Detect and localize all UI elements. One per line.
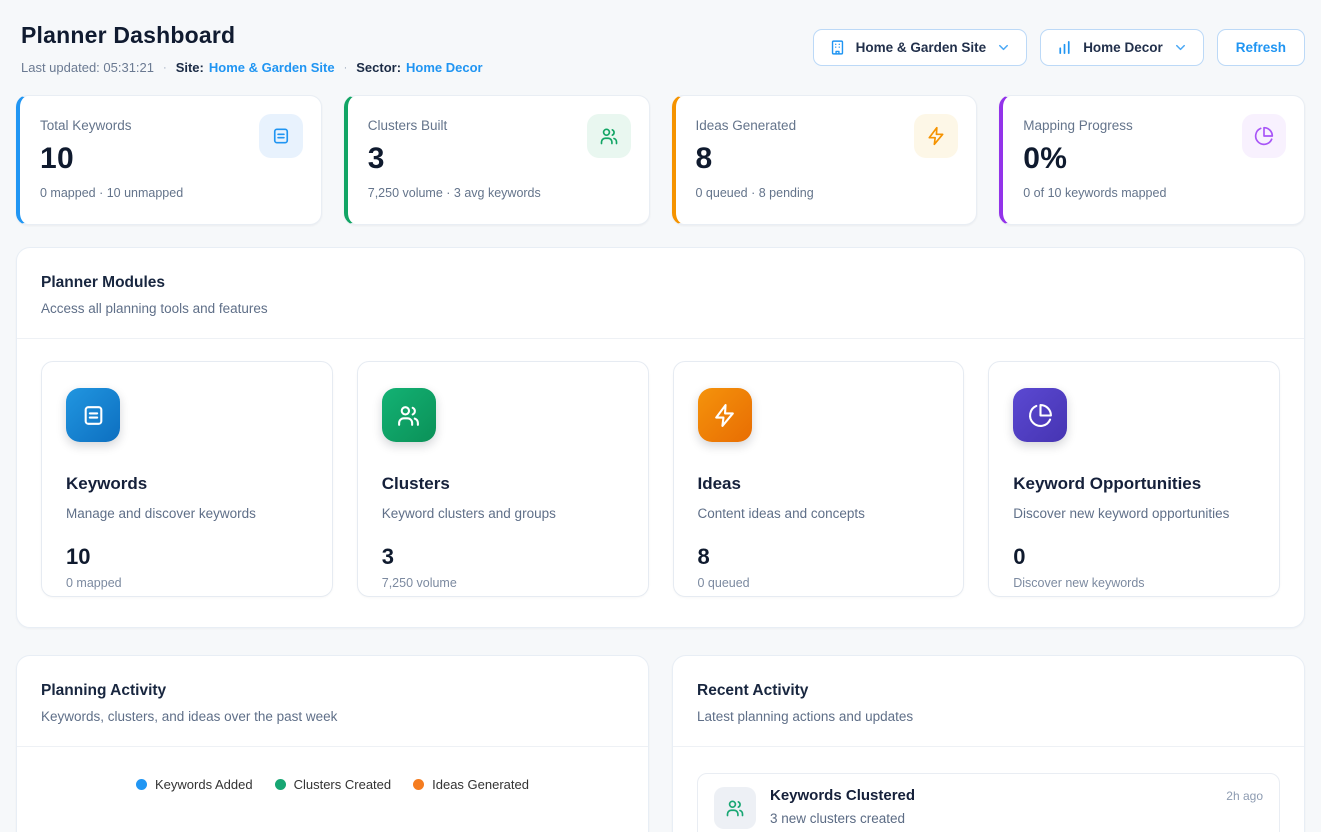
module-card-keywords[interactable]: Keywords Manage and discover keywords 10… — [41, 361, 333, 597]
sector-label: Sector: — [356, 60, 401, 75]
module-card-clusters[interactable]: Clusters Keyword clusters and groups 3 7… — [357, 361, 649, 597]
refresh-button[interactable]: Refresh — [1217, 29, 1305, 66]
module-title: Keywords — [66, 474, 308, 494]
planner-dashboard-page: Planner Dashboard Last updated: 05:31:21… — [0, 0, 1321, 832]
modules-header: Planner Modules Access all planning tool… — [17, 248, 1304, 338]
module-subtext: 0 mapped — [66, 576, 308, 590]
module-card-ideas[interactable]: Ideas Content ideas and concepts 8 0 que… — [673, 361, 965, 597]
users-icon — [587, 114, 631, 158]
module-subtext: Discover new keywords — [1013, 576, 1255, 590]
chevron-down-icon — [1173, 40, 1188, 55]
meta-separator: · — [344, 62, 348, 74]
legend-label: Keywords Added — [155, 777, 253, 792]
planning-activity-title: Planning Activity — [41, 682, 624, 700]
module-title: Clusters — [382, 474, 624, 494]
last-updated-text: Last updated: 05:31:21 — [21, 60, 154, 75]
module-description: Manage and discover keywords — [66, 506, 308, 521]
legend-item-clusters-created[interactable]: Clusters Created — [275, 777, 392, 792]
planning-activity-subtitle: Keywords, clusters, and ideas over the p… — [41, 709, 624, 724]
activity-content: Keywords Clustered 2h ago 3 new clusters… — [770, 787, 1263, 829]
modules-title: Planner Modules — [41, 274, 1280, 292]
module-subtext: 7,250 volume — [382, 576, 624, 590]
legend-dot — [275, 779, 286, 790]
planner-modules-panel: Planner Modules Access all planning tool… — [16, 247, 1305, 628]
bolt-icon — [914, 114, 958, 158]
legend-dot — [136, 779, 147, 790]
activity-timestamp: 2h ago — [1226, 789, 1263, 803]
stat-subtext: 7,250 volume · 3 avg keywords — [368, 186, 629, 200]
recent-activity-panel: Recent Activity Latest planning actions … — [672, 655, 1305, 832]
site-selector-dropdown[interactable]: Home & Garden Site — [813, 29, 1028, 66]
stat-subtext: 0 of 10 keywords mapped — [1023, 186, 1284, 200]
document-icon — [66, 388, 120, 442]
module-title: Keyword Opportunities — [1013, 474, 1255, 494]
chart-legend: Keywords Added Clusters Created Ideas Ge… — [17, 747, 648, 792]
sector-link[interactable]: Home Decor — [406, 60, 483, 75]
meta-separator: · — [163, 62, 167, 74]
activity-item-keywords-clustered: Keywords Clustered 2h ago 3 new clusters… — [697, 773, 1280, 832]
stats-row: Total Keywords 10 0 mapped · 10 unmapped… — [16, 95, 1305, 225]
users-icon — [714, 787, 756, 829]
planning-activity-chart: Keywords Added Clusters Created Ideas Ge… — [17, 747, 648, 832]
planning-activity-header: Planning Activity Keywords, clusters, an… — [17, 656, 648, 746]
chevron-down-icon — [996, 40, 1011, 55]
sector-selector-value: Home Decor — [1083, 40, 1163, 55]
module-description: Keyword clusters and groups — [382, 506, 624, 521]
sector-selector-dropdown[interactable]: Home Decor — [1040, 29, 1204, 66]
activity-title: Keywords Clustered — [770, 787, 915, 804]
stat-card-clusters-built: Clusters Built 3 7,250 volume · 3 avg ke… — [344, 95, 650, 225]
stat-subtext: 0 queued · 8 pending — [696, 186, 957, 200]
bar-chart-icon — [1056, 39, 1073, 56]
stat-card-ideas-generated: Ideas Generated 8 0 queued · 8 pending — [672, 95, 978, 225]
users-icon — [382, 388, 436, 442]
document-icon — [259, 114, 303, 158]
module-value: 8 — [698, 544, 940, 570]
module-title: Ideas — [698, 474, 940, 494]
pie-chart-icon — [1013, 388, 1067, 442]
divider — [673, 746, 1304, 747]
site-label: Site: — [176, 60, 204, 75]
header-controls: Home & Garden Site Home Decor Refresh — [813, 29, 1305, 66]
stat-card-total-keywords: Total Keywords 10 0 mapped · 10 unmapped — [16, 95, 322, 225]
page-header: Planner Dashboard Last updated: 05:31:21… — [16, 0, 1305, 91]
building-icon — [829, 39, 846, 56]
stat-card-mapping-progress: Mapping Progress 0% 0 of 10 keywords map… — [999, 95, 1305, 225]
module-subtext: 0 queued — [698, 576, 940, 590]
legend-dot — [413, 779, 424, 790]
legend-label: Clusters Created — [294, 777, 392, 792]
activity-description: 3 new clusters created — [770, 811, 1263, 826]
site-selector-value: Home & Garden Site — [856, 40, 987, 55]
recent-activity-subtitle: Latest planning actions and updates — [697, 709, 1280, 724]
site-link[interactable]: Home & Garden Site — [209, 60, 335, 75]
module-card-keyword-opportunities[interactable]: Keyword Opportunities Discover new keywo… — [988, 361, 1280, 597]
modules-subtitle: Access all planning tools and features — [41, 301, 1280, 316]
modules-grid: Keywords Manage and discover keywords 10… — [17, 339, 1304, 627]
recent-activity-title: Recent Activity — [697, 682, 1280, 700]
recent-activity-header: Recent Activity Latest planning actions … — [673, 656, 1304, 746]
planning-activity-panel: Planning Activity Keywords, clusters, an… — [16, 655, 649, 832]
module-value: 0 — [1013, 544, 1255, 570]
legend-item-keywords-added[interactable]: Keywords Added — [136, 777, 253, 792]
pie-chart-icon — [1242, 114, 1286, 158]
module-description: Discover new keyword opportunities — [1013, 506, 1255, 521]
module-value: 10 — [66, 544, 308, 570]
module-description: Content ideas and concepts — [698, 506, 940, 521]
legend-label: Ideas Generated — [432, 777, 529, 792]
stat-subtext: 0 mapped · 10 unmapped — [40, 186, 301, 200]
bolt-icon — [698, 388, 752, 442]
bottom-row: Planning Activity Keywords, clusters, an… — [16, 655, 1305, 832]
module-value: 3 — [382, 544, 624, 570]
legend-item-ideas-generated[interactable]: Ideas Generated — [413, 777, 529, 792]
